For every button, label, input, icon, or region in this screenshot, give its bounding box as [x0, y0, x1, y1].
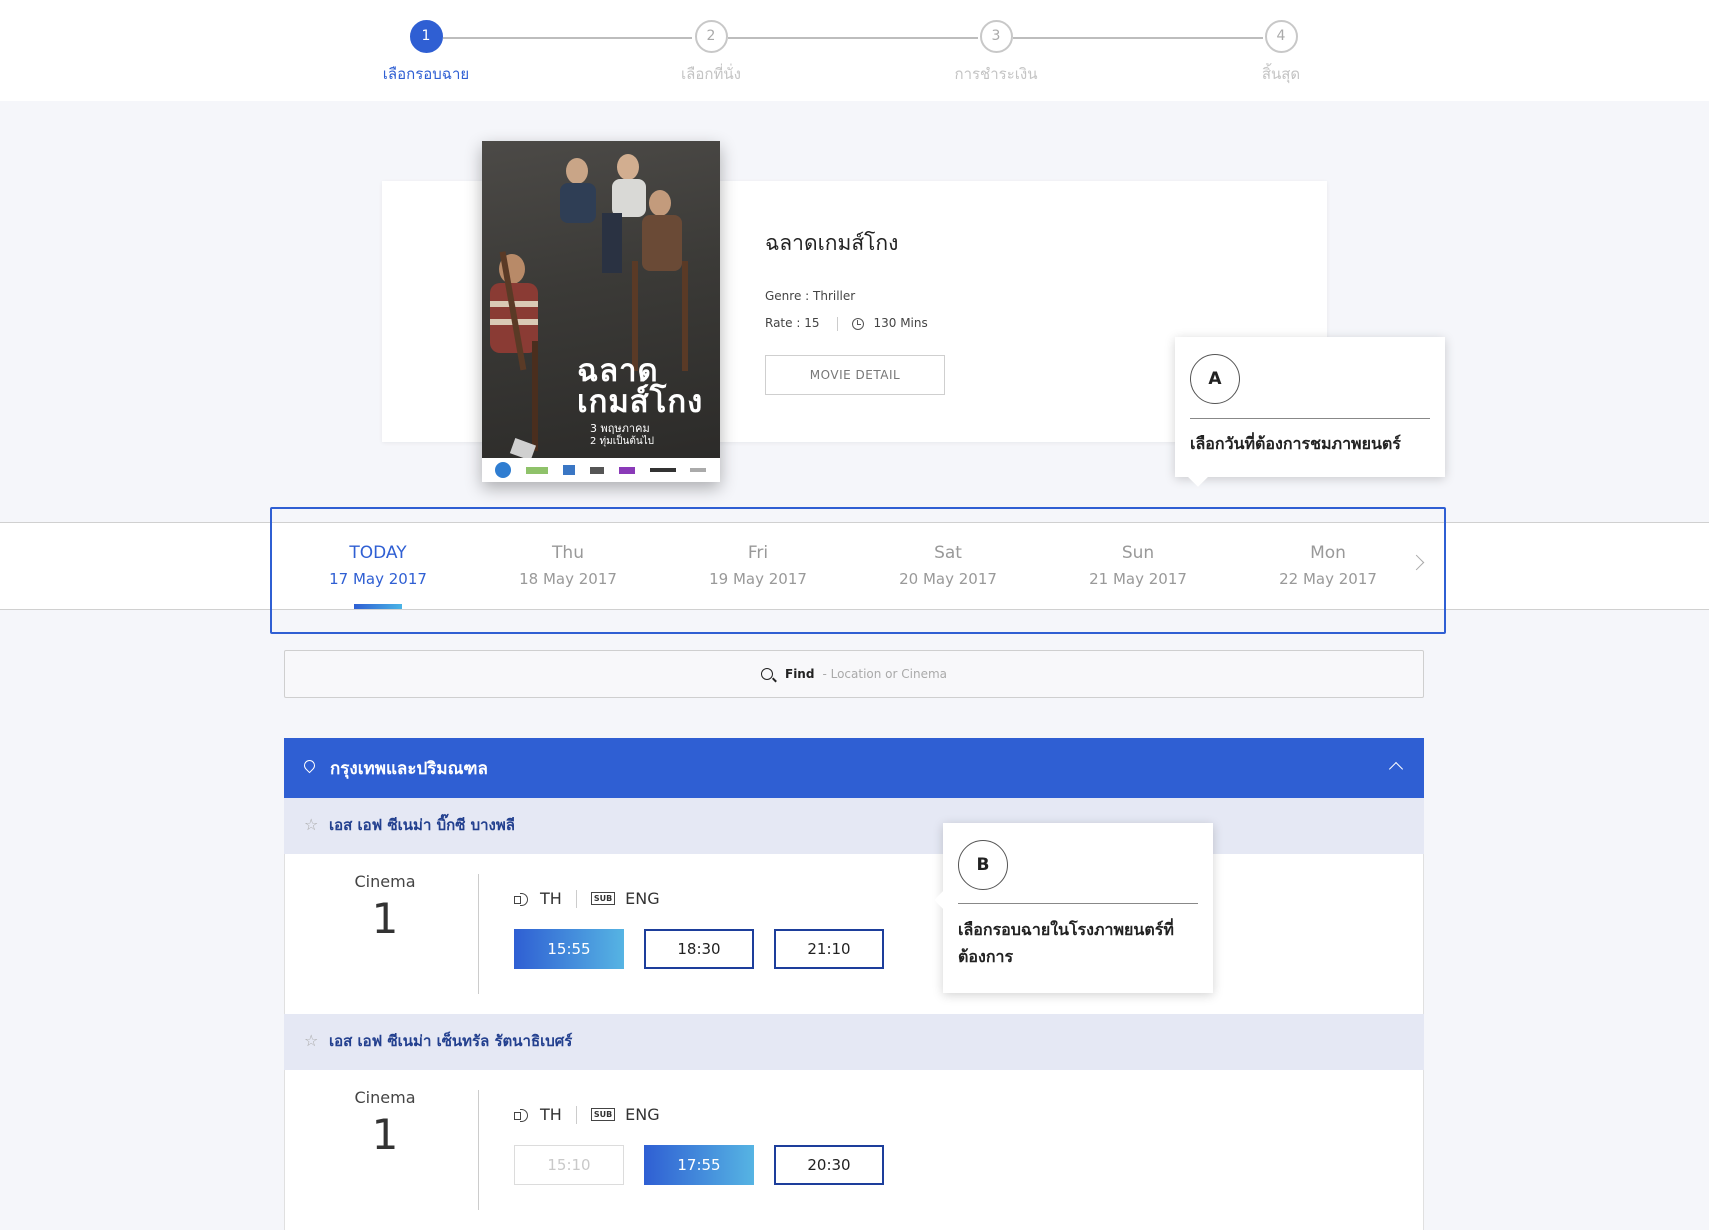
- poster-title: ฉลาด เกมส์โกง: [577, 356, 703, 418]
- tooltip-badge: A: [1190, 354, 1240, 404]
- language-divider: [575, 1105, 577, 1124]
- hall-divider: [478, 874, 479, 994]
- tooltip-divider: [1190, 418, 1430, 419]
- movie-meta: Genre : Thriller Rate : 15 130 Mins: [765, 283, 928, 337]
- movie-genre: Genre : Thriller: [765, 289, 856, 303]
- hall-divider: [478, 1090, 479, 1210]
- step-number: 4: [1264, 20, 1298, 53]
- movie-duration: 130 Mins: [873, 316, 928, 330]
- sponsor-logo: [526, 466, 549, 474]
- sponsor-logo: [649, 468, 676, 472]
- tooltip-select-showtime: B เลือกรอบฉายในโรงภาพยนตร์ที่ ต้องการ: [934, 823, 1213, 993]
- sponsor-logo: [563, 465, 576, 475]
- subtitle-language: ENG: [625, 1105, 660, 1124]
- tooltip-text: เลือกวันที่ต้องการชมภาพยนตร์: [1190, 434, 1401, 453]
- search-icon: [761, 668, 773, 680]
- hall-number: 1: [371, 894, 399, 943]
- showtime-button[interactable]: 20:30: [774, 1145, 884, 1185]
- showtime-button[interactable]: 18:30: [644, 929, 754, 969]
- step-label: เลือกรอบฉาย: [382, 65, 470, 83]
- poster-title-line: ฉลาด: [577, 353, 659, 389]
- hall-label: Cinema: [354, 1088, 416, 1107]
- meta-divider: [837, 316, 839, 331]
- cinema-showtimes: Cinema 1 TH SUB ENG 15:55 18:30 21:10: [284, 854, 1424, 1014]
- step-select-seat: 2 เลือกที่นั่ง: [641, 20, 781, 86]
- search-placeholder: - Location or Cinema: [822, 667, 947, 681]
- sponsor-logo: [495, 462, 512, 478]
- step-number: 1: [409, 20, 443, 53]
- step-number: 3: [979, 20, 1013, 53]
- tooltip-text-line: ต้องการ: [958, 947, 1014, 966]
- movie-title: ฉลาดเกมส์โกง: [765, 231, 899, 255]
- language-info: TH SUB ENG: [514, 889, 660, 908]
- step-number: 2: [694, 20, 728, 53]
- sponsor-logo: [589, 466, 604, 474]
- tooltip-divider: [958, 903, 1198, 904]
- tooltip-text-line: เลือกรอบฉายในโรงภาพยนตร์ที่: [958, 920, 1174, 939]
- chevron-up-icon[interactable]: [1388, 761, 1404, 777]
- step-label: สิ้นสุด: [1261, 65, 1301, 83]
- language-divider: [575, 889, 577, 908]
- step-label: การชำระเงิน: [954, 65, 1038, 83]
- poster-date-line: 2 ทุ่มเป็นต้นไป: [590, 436, 655, 447]
- speaker-icon: [514, 892, 530, 906]
- region-accordion-header[interactable]: กรุงเทพและปริมณฑล: [284, 738, 1424, 798]
- showtime-button[interactable]: 15:55: [514, 929, 624, 969]
- showtime-button: 15:10: [514, 1145, 624, 1185]
- cinema-header[interactable]: ☆ เอส เอฟ ซีเนม่า บิ๊กซี บางพลี: [284, 798, 1424, 854]
- cinema-name: เอส เอฟ ซีเนม่า บิ๊กซี บางพลี: [329, 816, 515, 834]
- subtitle-icon: SUB: [590, 892, 616, 905]
- star-icon[interactable]: ☆: [304, 1030, 318, 1052]
- subtitle-language: ENG: [625, 889, 660, 908]
- clock-icon: [852, 317, 865, 330]
- location-pin-icon: [301, 757, 318, 774]
- tooltip-text: เลือกรอบฉายในโรงภาพยนตร์ที่ ต้องการ: [958, 916, 1174, 970]
- language-info: TH SUB ENG: [514, 1105, 660, 1124]
- step-label: เลือกที่นั่ง: [681, 65, 741, 83]
- movie-rate: Rate : 15: [765, 316, 820, 330]
- audio-language: TH: [540, 1105, 562, 1124]
- poster-title-line: เกมส์โกง: [577, 384, 704, 420]
- cinema-header[interactable]: ☆ เอส เอฟ ซีเนม่า เซ็นทรัล รัตนาธิเบศร์: [284, 1014, 1424, 1070]
- step-complete: 4 สิ้นสุด: [1211, 20, 1351, 86]
- movie-detail-button[interactable]: MOVIE DETAIL: [765, 355, 945, 395]
- cinema-name: เอส เอฟ ซีเนม่า เซ็นทรัล รัตนาธิเบศร์: [329, 1032, 573, 1050]
- hall-label: Cinema: [354, 872, 416, 891]
- tooltip-arrow: [1188, 467, 1208, 487]
- search-bar[interactable]: Find - Location or Cinema: [284, 650, 1424, 698]
- poster-release-date: 3 พฤษภาคม 2 ทุ่มเป็นต้นไป: [590, 422, 654, 448]
- sponsor-logo: [618, 466, 635, 474]
- search-label: Find: [785, 667, 815, 681]
- showtime-button[interactable]: 17:55: [644, 1145, 754, 1185]
- sponsor-logo: [690, 468, 707, 472]
- showtime-button[interactable]: 21:10: [774, 929, 884, 969]
- cinema-showtimes: Cinema 1 TH SUB ENG 15:10 17:55 20:30: [284, 1070, 1424, 1230]
- poster-date-line: 3 พฤษภาคม: [590, 422, 650, 435]
- step-select-showtime[interactable]: 1 เลือกรอบฉาย: [356, 20, 496, 86]
- audio-language: TH: [540, 889, 562, 908]
- tooltip-select-date: A เลือกวันที่ต้องการชมภาพยนตร์: [1175, 337, 1445, 487]
- speaker-icon: [514, 1108, 530, 1122]
- star-icon[interactable]: ☆: [304, 814, 318, 836]
- subtitle-icon: SUB: [590, 1108, 616, 1121]
- region-name: กรุงเทพและปริมณฑล: [330, 759, 488, 779]
- booking-stepper: 1 เลือกรอบฉาย 2 เลือกที่นั่ง 3 การชำระเง…: [0, 0, 1709, 101]
- hall-number: 1: [371, 1110, 399, 1159]
- tooltip-badge: B: [958, 840, 1008, 890]
- poster-sponsor-logos: [482, 458, 720, 482]
- step-payment: 3 การชำระเงิน: [926, 20, 1066, 86]
- movie-poster: ฉลาด เกมส์โกง 3 พฤษภาคม 2 ทุ่มเป็นต้นไป: [482, 141, 720, 482]
- date-selector-highlight: [270, 507, 1446, 634]
